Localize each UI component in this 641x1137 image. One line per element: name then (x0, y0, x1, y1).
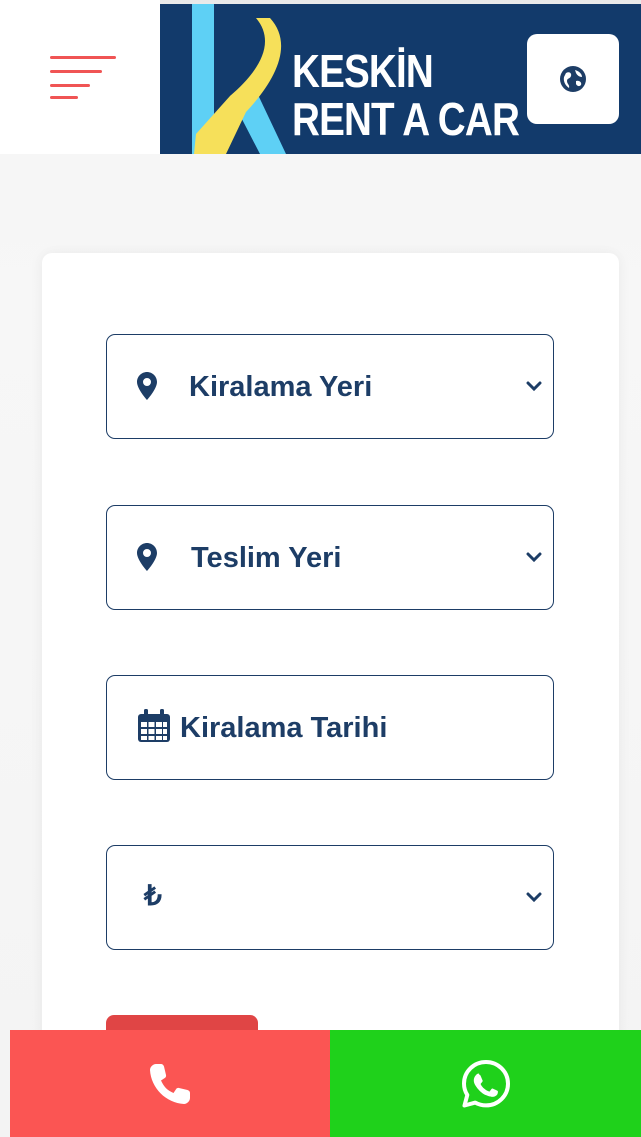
return-location-label: Teslim Yeri (191, 542, 342, 574)
bottom-bar-edge (0, 1030, 10, 1137)
brand-banner[interactable]: KESKİN RENT A CAR (160, 4, 641, 154)
language-button[interactable] (527, 34, 619, 124)
pickup-date-input[interactable]: Kiralama Tarihi (106, 675, 554, 780)
brand-line-2: RENT A CAR (292, 93, 520, 145)
brand-name: KESKİN RENT A CAR (292, 45, 520, 145)
hamburger-line (50, 84, 90, 87)
hamburger-line (50, 96, 78, 99)
calendar-icon (138, 709, 170, 742)
currency-select[interactable]: ₺ (106, 845, 554, 950)
return-location-select[interactable]: Teslim Yeri (106, 505, 554, 610)
call-button[interactable] (10, 1030, 330, 1137)
phone-icon (150, 1063, 190, 1104)
pickup-date-label: Kiralama Tarihi (180, 712, 388, 744)
globe-icon (560, 66, 586, 92)
k-letter-logo (192, 4, 286, 154)
header-left-area (0, 0, 160, 154)
map-marker-icon (137, 543, 157, 571)
menu-button[interactable] (50, 56, 116, 102)
chevron-down-icon (526, 892, 542, 903)
brand-line-1: KESKİN (292, 45, 434, 97)
chevron-down-icon (526, 381, 542, 392)
currency-symbol: ₺ (144, 880, 162, 911)
map-marker-icon (137, 372, 157, 400)
chevron-down-icon (526, 552, 542, 563)
hamburger-line (50, 70, 102, 73)
whatsapp-icon (461, 1059, 510, 1107)
hamburger-menu-icon (50, 56, 116, 59)
whatsapp-button[interactable] (330, 1030, 641, 1137)
pickup-location-select[interactable]: Kiralama Yeri (106, 334, 554, 439)
pickup-location-label: Kiralama Yeri (189, 371, 373, 403)
